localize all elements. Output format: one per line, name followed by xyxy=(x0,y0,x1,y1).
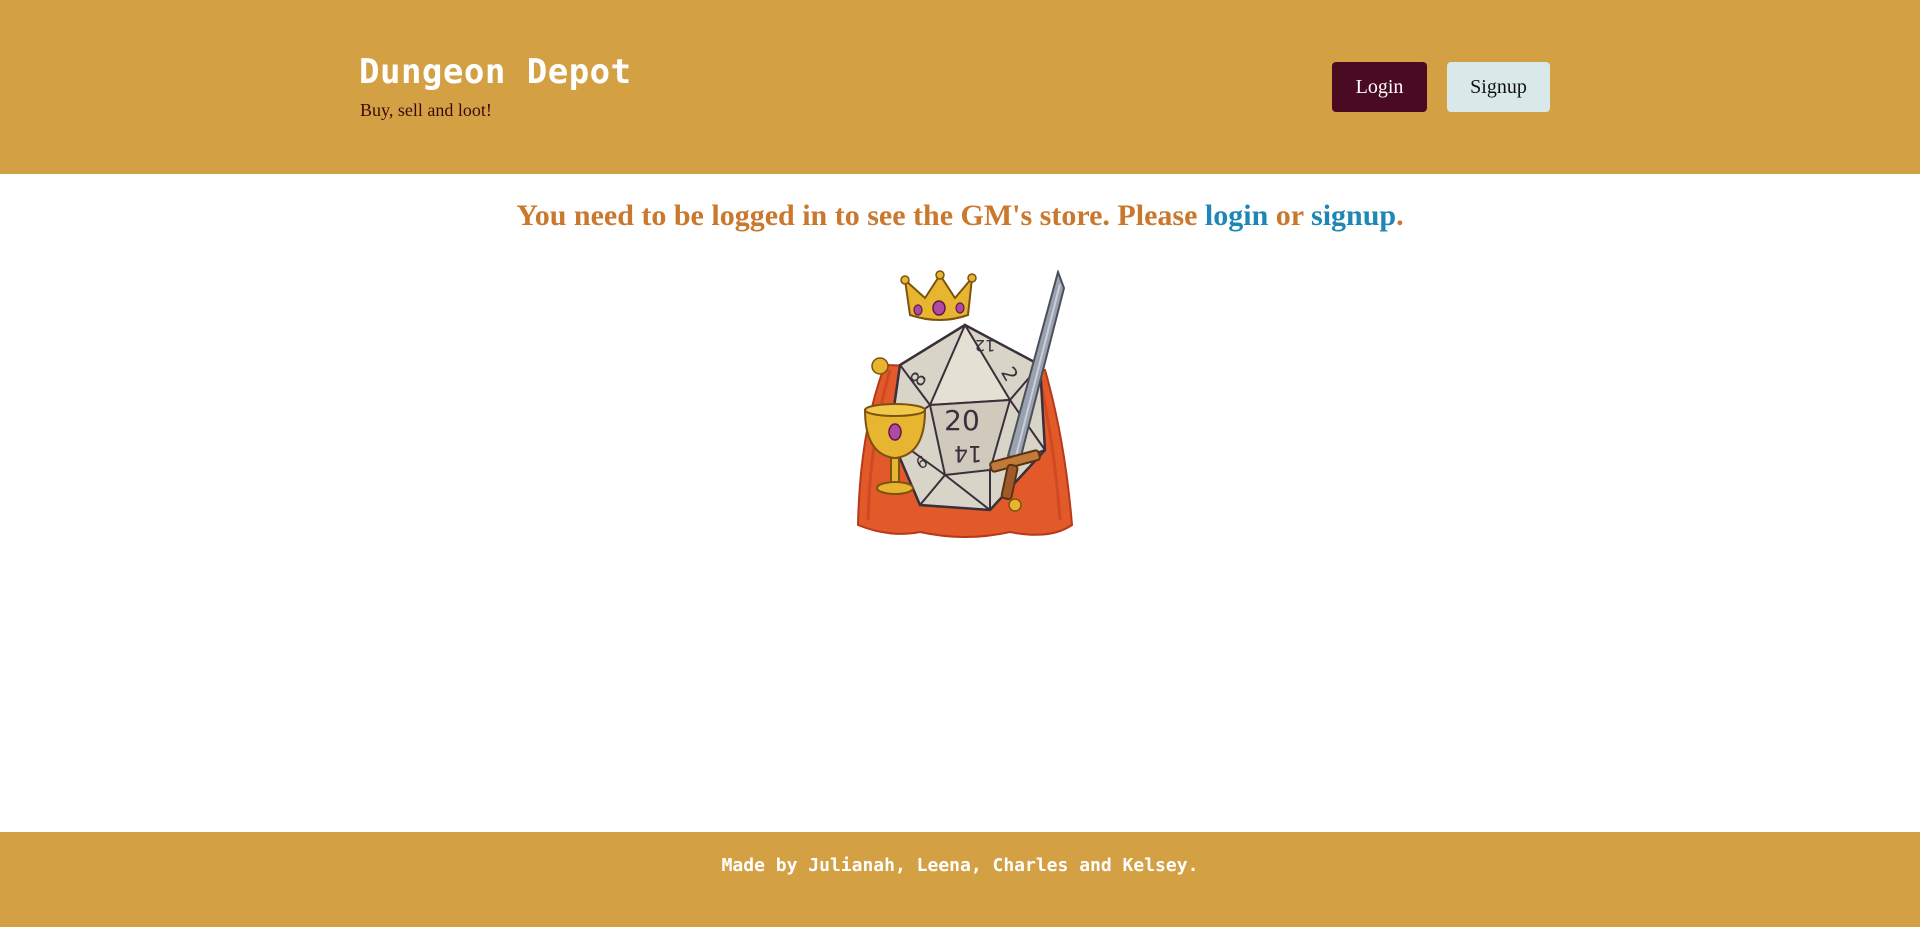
site-tagline: Buy, sell and loot! xyxy=(360,100,492,120)
d20-bottom-number: 14 xyxy=(954,440,982,465)
login-link[interactable]: login xyxy=(1205,199,1268,232)
site-title[interactable]: Dungeon Depot xyxy=(359,52,632,92)
notice-middle: or xyxy=(1268,199,1312,232)
d20-top-number: 12 xyxy=(975,336,995,355)
crowned-d20-mascot-icon: 20 12 8 2 14 6 xyxy=(856,270,1074,538)
crown-icon xyxy=(900,270,977,321)
login-required-message: You need to be logged in to see the GM's… xyxy=(0,199,1920,233)
site-header: Dungeon Depot Buy, sell and loot! Login … xyxy=(0,0,1920,174)
site-footer xyxy=(0,832,1920,927)
d20-center-number: 20 xyxy=(944,404,980,437)
signup-button[interactable]: Signup xyxy=(1447,62,1550,112)
footer-credits: Made by Julianah, Leena, Charles and Kel… xyxy=(721,855,1199,876)
notice-prefix: You need to be logged in to see the GM's… xyxy=(516,199,1205,232)
signup-link[interactable]: signup xyxy=(1311,199,1396,232)
notice-suffix: . xyxy=(1396,199,1404,232)
login-button[interactable]: Login xyxy=(1332,62,1427,112)
